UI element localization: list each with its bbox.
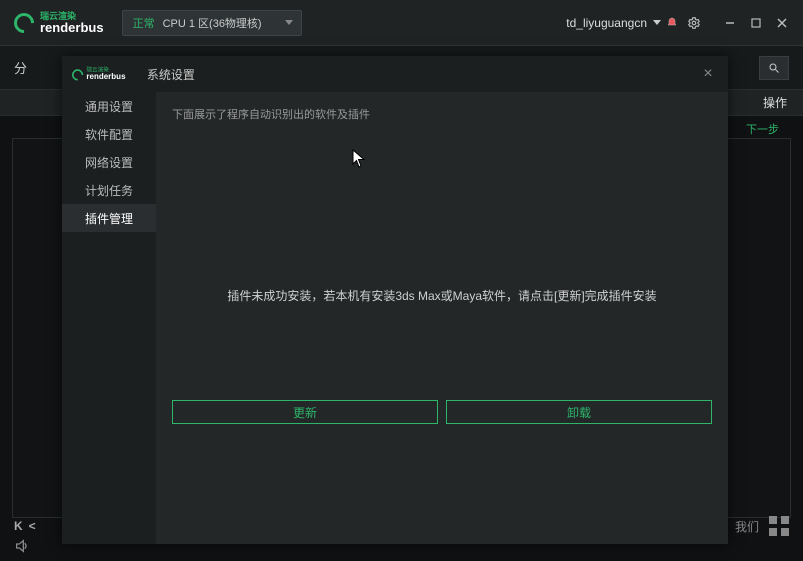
dialog-sidebar: 通用设置 软件配置 网络设置 计划任务 插件管理 xyxy=(62,92,156,544)
dialog-close-button[interactable]: × xyxy=(698,65,718,83)
column-operate: 操作 xyxy=(763,94,787,111)
tab-label[interactable]: 分 xyxy=(14,58,27,77)
pager-first[interactable]: K xyxy=(14,519,23,533)
region-selector[interactable]: 正常 CPU 1 区(36物理核) xyxy=(122,10,302,36)
pager-prev[interactable]: < xyxy=(29,519,36,533)
settings-icon[interactable] xyxy=(683,12,705,34)
settings-dialog: 瑞云渲染 renderbus 系统设置 × 通用设置 软件配置 网络设置 计划任… xyxy=(62,56,728,544)
app-logo: 瑞云渲染 renderbus xyxy=(14,12,104,34)
brand-en: renderbus xyxy=(40,21,104,34)
window-controls xyxy=(719,12,793,34)
update-button[interactable]: 更新 xyxy=(172,400,438,424)
contact-us[interactable]: 我们 xyxy=(735,518,759,535)
logo-icon xyxy=(10,8,38,36)
plugin-hint: 下面展示了程序自动识别出的软件及插件 xyxy=(172,106,712,122)
dialog-title: 系统设置 xyxy=(147,66,195,83)
title-bar: 瑞云渲染 renderbus 正常 CPU 1 区(36物理核) td_liyu… xyxy=(0,0,803,46)
search-button[interactable] xyxy=(759,56,789,80)
maximize-button[interactable] xyxy=(745,12,767,34)
sidebar-item-general[interactable]: 通用设置 xyxy=(62,92,156,120)
minimize-button[interactable] xyxy=(719,12,741,34)
sidebar-item-network[interactable]: 网络设置 xyxy=(62,148,156,176)
dialog-header: 瑞云渲染 renderbus 系统设置 × xyxy=(62,56,728,92)
region-status: 正常 xyxy=(133,15,155,31)
region-name: CPU 1 区(36物理核) xyxy=(163,15,262,31)
chevron-down-icon xyxy=(653,20,661,25)
pager: K < xyxy=(14,519,36,533)
qr-icon[interactable] xyxy=(769,516,789,536)
plugin-empty-message: 插件未成功安装，若本机有安装3ds Max或Maya软件，请点击[更新]完成插件… xyxy=(172,122,712,528)
sidebar-item-plugins[interactable]: 插件管理 xyxy=(62,204,156,232)
uninstall-button[interactable]: 卸载 xyxy=(446,400,712,424)
dialog-logo: 瑞云渲染 renderbus xyxy=(72,67,126,81)
notification-icon[interactable] xyxy=(661,12,683,34)
user-menu[interactable]: td_liyuguangcn xyxy=(566,16,661,30)
logo-icon xyxy=(70,66,86,82)
chevron-down-icon xyxy=(285,20,293,25)
sound-icon[interactable] xyxy=(14,538,30,559)
dialog-content: 下面展示了程序自动识别出的软件及插件 插件未成功安装，若本机有安装3ds Max… xyxy=(156,92,728,544)
sidebar-item-software[interactable]: 软件配置 xyxy=(62,120,156,148)
user-name: td_liyuguangcn xyxy=(566,16,647,30)
close-button[interactable] xyxy=(771,12,793,34)
sidebar-item-schedule[interactable]: 计划任务 xyxy=(62,176,156,204)
next-step-link[interactable]: 下一步 xyxy=(746,120,779,136)
